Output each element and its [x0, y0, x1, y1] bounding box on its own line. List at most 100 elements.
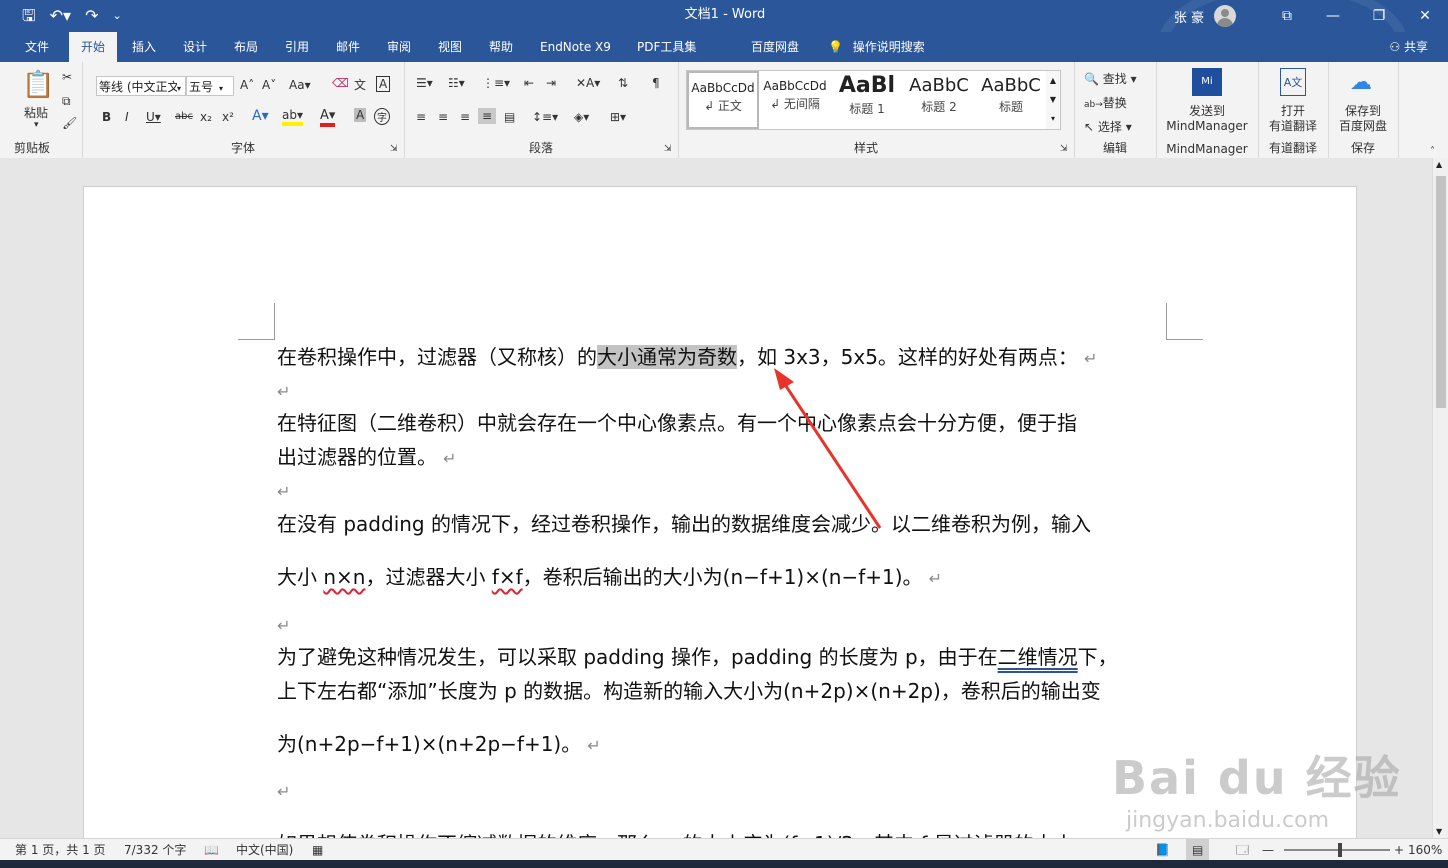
- tab-help[interactable]: 帮助: [489, 32, 513, 62]
- zoom-level[interactable]: 160%: [1408, 839, 1442, 861]
- shrink-font-icon[interactable]: A˅: [262, 78, 276, 92]
- align-right-icon[interactable]: ≡: [460, 110, 470, 124]
- zoom-in-icon[interactable]: +: [1394, 839, 1404, 861]
- scrollbar-thumb[interactable]: [1436, 176, 1446, 408]
- close-icon[interactable]: ✕: [1402, 0, 1448, 32]
- font-name-select[interactable]: 等线 (中文正文)▾: [96, 76, 186, 96]
- style-title[interactable]: AaBbC 标题: [975, 71, 1047, 129]
- ribbon-display-icon[interactable]: ⧉: [1264, 0, 1310, 32]
- paste-button[interactable]: 粘贴: [24, 104, 48, 121]
- customize-qat-icon[interactable]: ⌄: [112, 0, 121, 32]
- paragraph-dialog-launcher-icon[interactable]: ⇲: [664, 144, 672, 154]
- tab-pdf-tools[interactable]: PDF工具集: [637, 32, 696, 62]
- tab-mailings[interactable]: 邮件: [336, 32, 360, 62]
- select-button[interactable]: ↖ 选择 ▾: [1084, 118, 1132, 135]
- baidu-netdisk-icon[interactable]: ☁: [1350, 70, 1372, 95]
- bold-icon[interactable]: B: [102, 110, 111, 124]
- tab-insert[interactable]: 插入: [132, 32, 156, 62]
- subscript-icon[interactable]: x₂: [200, 110, 212, 124]
- style-no-spacing[interactable]: AaBbCcDd ↲ 无间隔: [759, 71, 831, 129]
- collapse-ribbon-icon[interactable]: ˄: [1430, 146, 1435, 157]
- web-layout-icon[interactable]: 🗔: [1236, 839, 1249, 861]
- line-spacing-icon[interactable]: ↕≡▾: [532, 110, 558, 124]
- zoom-slider[interactable]: [1284, 843, 1390, 857]
- character-shading-icon[interactable]: A: [354, 108, 367, 122]
- open-youdao-button[interactable]: 打开 有道翻译: [1258, 104, 1328, 134]
- scroll-up-icon[interactable]: ▲: [1436, 160, 1442, 169]
- justify-icon[interactable]: ≡: [478, 108, 497, 124]
- enclose-characters-icon[interactable]: 字: [374, 108, 390, 125]
- tab-layout[interactable]: 布局: [234, 32, 258, 62]
- replace-button[interactable]: ab→替换: [1084, 94, 1127, 111]
- scroll-down-icon[interactable]: ▼: [1436, 827, 1442, 836]
- word-count[interactable]: 7/332 个字: [124, 839, 186, 861]
- underline-icon[interactable]: U▾: [146, 110, 161, 124]
- superscript-icon[interactable]: x²: [222, 110, 234, 124]
- character-border-icon[interactable]: A: [376, 76, 391, 92]
- mindmanager-icon[interactable]: Mi: [1192, 68, 1222, 96]
- strikethrough-icon[interactable]: abc: [175, 111, 193, 122]
- cut-icon[interactable]: ✂: [62, 70, 72, 84]
- style-heading-2[interactable]: AaBbC 标题 2: [903, 71, 975, 129]
- tab-design[interactable]: 设计: [183, 32, 207, 62]
- tab-view[interactable]: 视图: [438, 32, 462, 62]
- clear-formatting-icon[interactable]: ⌫: [332, 76, 349, 90]
- paste-dropdown-icon[interactable]: ▾: [34, 120, 39, 130]
- restore-icon[interactable]: ❐: [1356, 0, 1402, 32]
- shading-icon[interactable]: ◈▾: [574, 110, 589, 124]
- styles-scroll[interactable]: ▲ ▼ ▾: [1046, 70, 1061, 130]
- tab-file[interactable]: 文件: [25, 32, 49, 62]
- tab-home[interactable]: 开始: [69, 32, 118, 62]
- borders-icon[interactable]: ⊞▾: [610, 110, 626, 124]
- sort-icon[interactable]: ⇅: [618, 76, 628, 90]
- paste-icon[interactable]: 📋: [22, 70, 54, 100]
- decrease-indent-icon[interactable]: ⇤: [524, 76, 534, 90]
- read-mode-icon[interactable]: 📘: [1155, 839, 1170, 861]
- zoom-out-icon[interactable]: —: [1262, 839, 1274, 861]
- distributed-icon[interactable]: ▤: [504, 110, 515, 124]
- redo-icon[interactable]: ↷: [85, 0, 98, 32]
- minimize-icon[interactable]: —: [1310, 0, 1356, 32]
- grow-font-icon[interactable]: A˄: [240, 78, 254, 92]
- numbering-icon[interactable]: ☷▾: [448, 76, 465, 90]
- font-dialog-launcher-icon[interactable]: ⇲: [390, 144, 398, 154]
- language[interactable]: 中文(中国): [236, 839, 293, 861]
- change-case-icon[interactable]: Aa▾: [289, 78, 311, 92]
- find-button[interactable]: 🔍 查找 ▾: [1084, 70, 1137, 87]
- share-button[interactable]: ⚇ 共享: [1389, 32, 1428, 62]
- style-normal[interactable]: AaBbCcDd ↲ 正文: [687, 71, 759, 129]
- tab-endnote[interactable]: EndNote X9: [540, 32, 611, 62]
- vertical-scrollbar[interactable]: ▲ ▼: [1432, 158, 1448, 838]
- font-color-icon[interactable]: A▾: [320, 108, 336, 127]
- bullets-icon[interactable]: ☰▾: [416, 76, 433, 90]
- highlight-icon[interactable]: ab▾: [282, 108, 303, 126]
- format-painter-icon[interactable]: 🖌: [62, 116, 77, 130]
- tab-review[interactable]: 审阅: [387, 32, 411, 62]
- translate-icon[interactable]: A文: [1280, 68, 1306, 96]
- user-name[interactable]: 张 豪: [1174, 7, 1204, 26]
- increase-indent-icon[interactable]: ⇥: [546, 76, 556, 90]
- tab-baidu-netdisk[interactable]: 百度网盘: [751, 32, 799, 62]
- font-size-select[interactable]: 五号 ▾: [186, 76, 234, 96]
- page-count[interactable]: 第 1 页，共 1 页: [15, 839, 106, 861]
- align-center-icon[interactable]: ≡: [438, 110, 448, 124]
- save-to-netdisk-button[interactable]: 保存到 百度网盘: [1328, 104, 1398, 134]
- show-marks-icon[interactable]: ¶: [652, 76, 660, 90]
- multilevel-list-icon[interactable]: ⋮≡▾: [482, 76, 510, 90]
- proofing-icon[interactable]: 📖: [204, 839, 219, 861]
- style-heading-1[interactable]: AaBl 标题 1: [831, 71, 903, 129]
- save-icon[interactable]: 🖫: [22, 0, 36, 32]
- macro-icon[interactable]: ▦: [312, 839, 323, 861]
- italic-icon[interactable]: I: [125, 110, 129, 124]
- chinese-layout-icon[interactable]: ✕A▾: [576, 76, 600, 90]
- send-to-mindmanager-button[interactable]: 发送到 MindManager: [1156, 104, 1258, 134]
- styles-dialog-launcher-icon[interactable]: ⇲: [1060, 144, 1068, 154]
- align-left-icon[interactable]: ≡: [416, 110, 426, 124]
- phonetic-guide-icon[interactable]: 文: [354, 76, 366, 93]
- print-layout-icon[interactable]: ▤: [1186, 839, 1210, 861]
- avatar[interactable]: [1214, 5, 1236, 27]
- undo-icon[interactable]: ↶▾: [50, 0, 71, 32]
- zoom-slider-thumb[interactable]: [1338, 843, 1342, 857]
- copy-icon[interactable]: ⧉: [62, 94, 71, 109]
- tell-me-search[interactable]: 💡 操作说明搜索: [828, 32, 925, 62]
